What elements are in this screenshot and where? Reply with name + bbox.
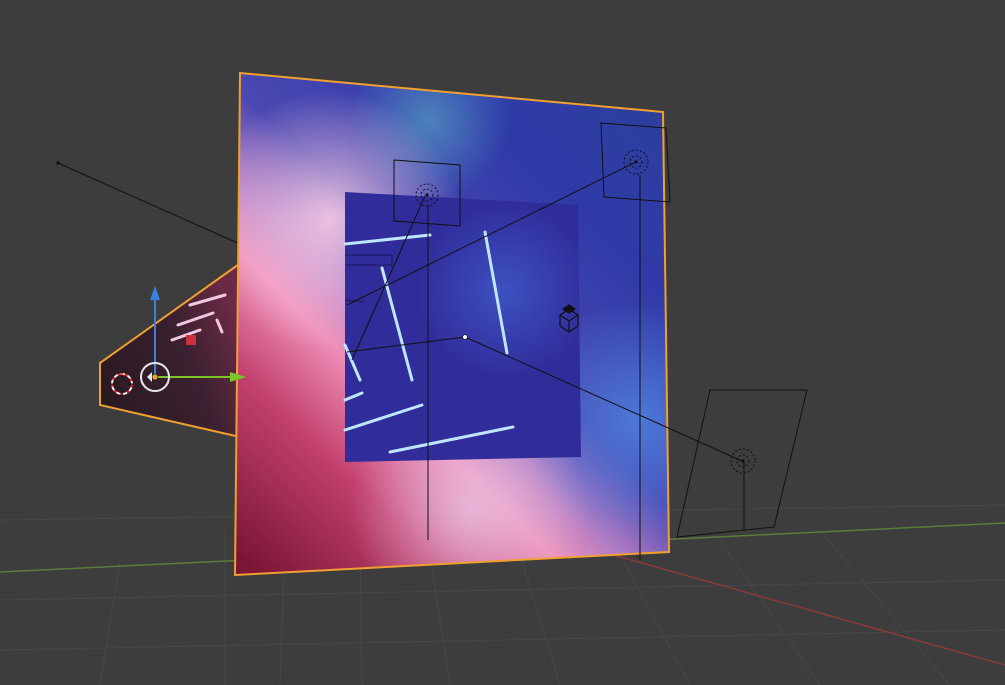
wing-marker: [186, 335, 196, 345]
render-square[interactable]: [343, 192, 581, 462]
camera-line: [57, 162, 243, 246]
light-center-dot: [634, 160, 638, 164]
light-center-dot: [425, 193, 429, 197]
area-light-3[interactable]: [676, 389, 808, 538]
x-axis-line: [559, 539, 1005, 666]
camera-endpoint: [56, 161, 60, 165]
light-center-dot: [741, 459, 745, 463]
empty-origin-dot: [462, 334, 468, 340]
mesh-wing[interactable]: [99, 260, 244, 439]
3d-viewport[interactable]: [0, 0, 1005, 685]
gizmo-z-arrow-icon[interactable]: [150, 286, 160, 300]
viewport-canvas[interactable]: [0, 0, 1005, 685]
object-origin-icon: [151, 373, 159, 381]
